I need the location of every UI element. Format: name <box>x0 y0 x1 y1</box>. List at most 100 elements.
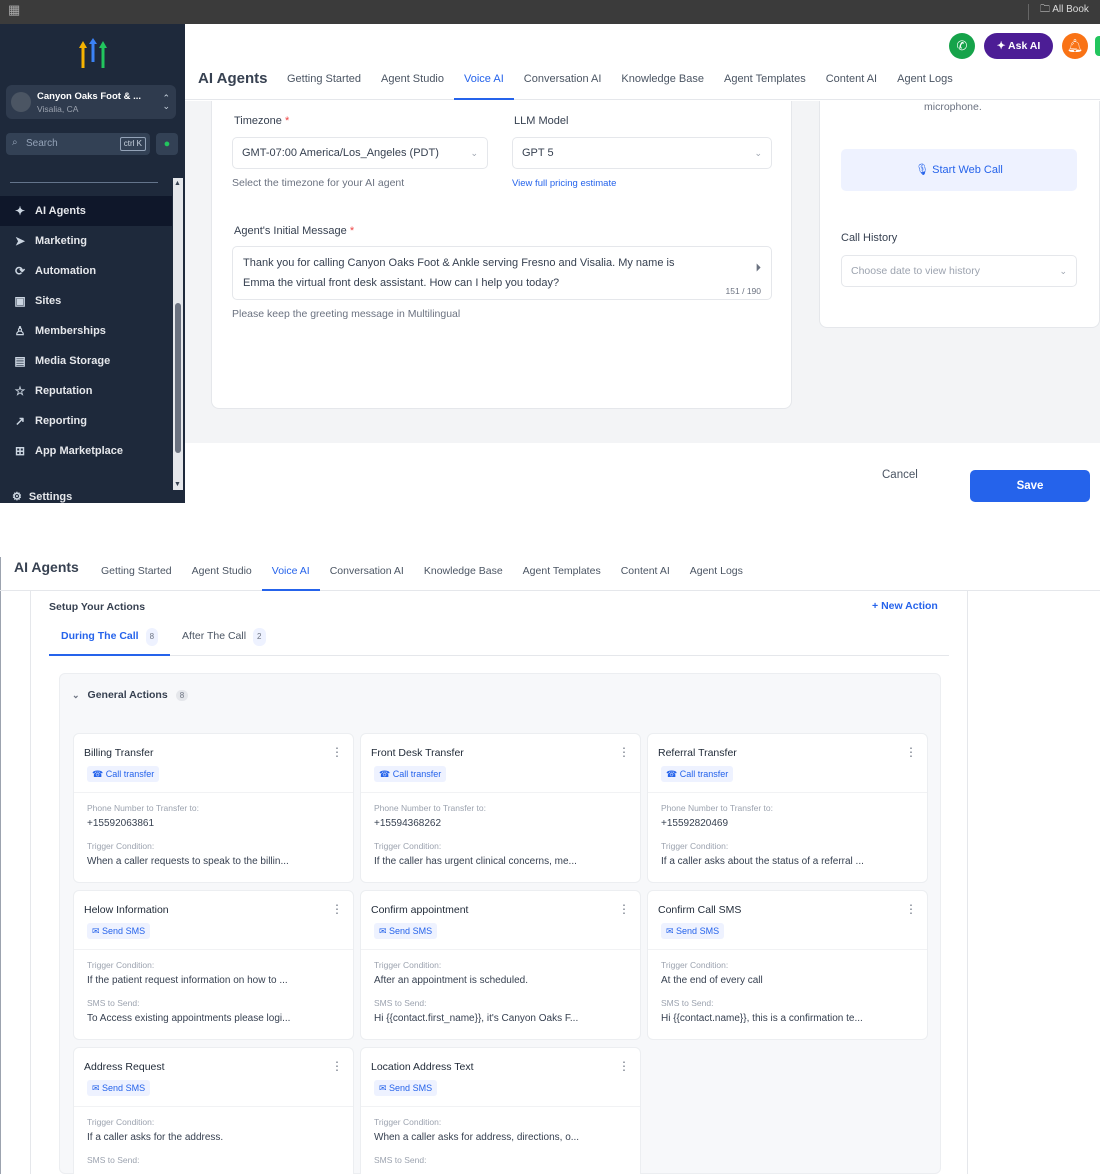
more-options-icon[interactable]: ⋮ <box>618 903 630 915</box>
ask-ai-button[interactable]: ✦ Ask AI <box>984 33 1053 59</box>
action-card[interactable]: Address Request ⋮ ✉ Send SMS Trigger Condit… <box>73 1047 354 1174</box>
test-call-card: microphone. 🎙︎ Start Web Call Call Histo… <box>819 101 1100 328</box>
group-header[interactable]: ⌄ General Actions 8 <box>72 689 189 701</box>
tab-getting-started[interactable]: Getting Started <box>91 564 182 591</box>
tab-during-the-call[interactable]: During The Call 8 <box>49 628 171 656</box>
action-card[interactable]: Front Desk Transfer ⋮ ☎ Call transfer Phone… <box>360 733 641 883</box>
action-type-badge: ☎ Call transfer <box>87 766 160 782</box>
call-history-select[interactable]: Choose date to view history ⌄ <box>841 255 1077 287</box>
field-label: Trigger Condition: <box>87 841 155 851</box>
more-options-icon[interactable]: ⋮ <box>331 1060 343 1072</box>
voice-ai-config-area: Timezone * GMT-07:00 America/Los_Angeles… <box>185 101 1100 443</box>
initial-message-textarea[interactable]: Thank you for calling Canyon Oaks Foot &… <box>232 246 772 300</box>
action-card[interactable]: Location Address Text ⋮ ✉ Send SMS Trigger … <box>360 1047 641 1174</box>
tab-content-ai[interactable]: Content AI <box>611 564 680 591</box>
sidebar-item-media-storage[interactable]: ▤ Media Storage <box>0 346 172 376</box>
sidebar-item-label: Memberships <box>35 325 106 337</box>
sidebar-item-ai-agents[interactable]: ✦ AI Agents <box>0 196 172 226</box>
tab-agent-templates[interactable]: Agent Templates <box>714 71 816 100</box>
microphone-note: microphone. <box>924 101 982 113</box>
help-tab-edge[interactable] <box>1095 36 1100 56</box>
tab-content-ai[interactable]: Content AI <box>816 71 887 100</box>
tag-icon[interactable]: ⏵ <box>756 258 762 278</box>
tab-voice-ai[interactable]: Voice AI <box>454 71 514 100</box>
tab-agent-studio[interactable]: Agent Studio <box>182 564 262 591</box>
tab-after-the-call[interactable]: After The Call 2 <box>170 628 277 656</box>
field-value: +15592063861 <box>87 818 155 829</box>
tab-getting-started[interactable]: Getting Started <box>277 71 371 100</box>
scroll-down-icon[interactable]: ▼ <box>174 481 181 488</box>
field-value: When a caller requests to speak to the b… <box>87 856 289 867</box>
sidebar-scrollbar[interactable]: ▲ ▼ <box>173 178 183 490</box>
sidebar-item-marketing[interactable]: ➤ Marketing <box>0 226 172 256</box>
apps-grid-icon[interactable]: ▦ <box>8 3 22 17</box>
phone-button[interactable]: ✆ <box>949 33 975 59</box>
sidebar-item-reputation[interactable]: ☆ Reputation <box>0 376 172 406</box>
sparkle-icon: ✦ <box>996 40 1009 52</box>
search-icon: ⌕ <box>12 137 18 148</box>
tab-label: After The Call <box>182 630 247 642</box>
start-web-call-button[interactable]: 🎙︎ Start Web Call <box>841 149 1077 191</box>
view-pricing-link[interactable]: View full pricing estimate <box>512 178 616 189</box>
sidebar-nav: ✦ AI Agents ➤ Marketing ⟳ Automation ▣ Sites… <box>0 196 172 466</box>
new-action-button[interactable]: + New Action <box>872 600 938 612</box>
sidebar-item-reporting[interactable]: ↗ Reporting <box>0 406 172 436</box>
action-type-label: Call transfer <box>392 769 442 779</box>
tab-voice-ai[interactable]: Voice AI <box>261 564 320 591</box>
sidebar-item-automation[interactable]: ⟳ Automation <box>0 256 172 286</box>
more-options-icon[interactable]: ⋮ <box>331 903 343 915</box>
bookmarks-folder[interactable]: 🗀 All Book <box>1040 2 1089 18</box>
sidebar-search-input[interactable]: ⌕ Search ctrl K <box>6 133 150 155</box>
field-label: Trigger Condition: <box>661 841 729 851</box>
action-card[interactable]: Helow Information ⋮ ✉ Send SMS Trigger Cond… <box>73 890 354 1040</box>
form-footer: Cancel Save <box>185 443 1100 503</box>
more-options-icon[interactable]: ⋮ <box>905 903 917 915</box>
action-card[interactable]: Billing Transfer ⋮ ☎ Call transfer Phone Nu… <box>73 733 354 883</box>
scroll-up-icon[interactable]: ▲ <box>174 180 181 187</box>
browser-top-bar: ▦ 🗀 All Book <box>0 0 1100 24</box>
tab-agent-templates[interactable]: Agent Templates <box>513 564 611 591</box>
plus-icon: + <box>872 600 882 612</box>
more-options-icon[interactable]: ⋮ <box>331 746 343 758</box>
tab-knowledge-base[interactable]: Knowledge Base <box>611 71 714 100</box>
sidebar-item-label: Reputation <box>35 385 93 397</box>
timezone-select[interactable]: GMT-07:00 America/Los_Angeles (PDT) ⌄ <box>232 137 488 169</box>
account-name: Canyon Oaks Foot & ... <box>37 91 141 102</box>
tab-conversation-ai[interactable]: Conversation AI <box>320 564 414 591</box>
action-title: Confirm appointment <box>371 904 469 916</box>
action-title: Location Address Text <box>371 1061 474 1073</box>
sidebar-item-settings[interactable]: ⚙ Settings <box>12 490 72 503</box>
action-card[interactable]: Confirm appointment ⋮ ✉ Send SMS Trigger Co… <box>360 890 641 1040</box>
sidebar-item-label: App Marketplace <box>35 445 124 457</box>
tab-agent-logs[interactable]: Agent Logs <box>887 71 963 100</box>
field-label: Phone Number to Transfer to: <box>87 803 199 813</box>
tab-agent-studio[interactable]: Agent Studio <box>371 71 454 100</box>
field-label: SMS to Send: <box>374 1155 427 1165</box>
tab-conversation-ai[interactable]: Conversation AI <box>514 71 612 100</box>
account-switcher[interactable]: Canyon Oaks Foot & ... Visalia, CA ⌃ ⌄ <box>6 85 176 119</box>
llm-model-select[interactable]: GPT 5 ⌄ <box>512 137 772 169</box>
sidebar-item-memberships[interactable]: ♙ Memberships <box>0 316 172 346</box>
voice-ai-settings-screenshot: ▦ 🗀 All Book Canyon Oaks Foot & ... Visa… <box>0 0 1100 503</box>
sidebar-item-app-marketplace[interactable]: ⊞ App Marketplace <box>0 436 172 466</box>
llm-model-value: GPT 5 <box>522 147 554 159</box>
more-options-icon[interactable]: ⋮ <box>618 746 630 758</box>
quick-action-bolt-icon[interactable]: ● <box>156 133 178 155</box>
initial-message-line: Emma the virtual front desk assistant. H… <box>243 277 560 289</box>
action-card[interactable]: Confirm Call SMS ⋮ ✉ Send SMS Trigger Condi… <box>647 890 928 1040</box>
actions-screenshot: AI Agents Getting Started Agent Studio V… <box>0 557 1100 1174</box>
general-actions-group: ⌄ General Actions 8 Billing Transfer ⋮ ☎ Cal… <box>59 673 941 1174</box>
scrollbar-thumb[interactable] <box>175 303 181 453</box>
more-options-icon[interactable]: ⋮ <box>618 1060 630 1072</box>
cancel-button[interactable]: Cancel <box>882 469 918 481</box>
call-transfer-icon: ☎ <box>92 769 106 779</box>
more-options-icon[interactable]: ⋮ <box>905 746 917 758</box>
sidebar-item-sites[interactable]: ▣ Sites <box>0 286 172 316</box>
action-card[interactable]: Referral Transfer ⋮ ☎ Call transfer Phone N… <box>647 733 928 883</box>
save-button[interactable]: Save <box>970 470 1090 502</box>
notifications-button[interactable]: 🔔︎ <box>1062 33 1088 59</box>
field-value: Hi {{contact.first_name}}, it's Canyon O… <box>374 1013 579 1024</box>
tab-knowledge-base[interactable]: Knowledge Base <box>414 564 513 591</box>
tab-agent-logs[interactable]: Agent Logs <box>680 564 753 591</box>
memberships-icon: ♙ <box>14 324 26 338</box>
